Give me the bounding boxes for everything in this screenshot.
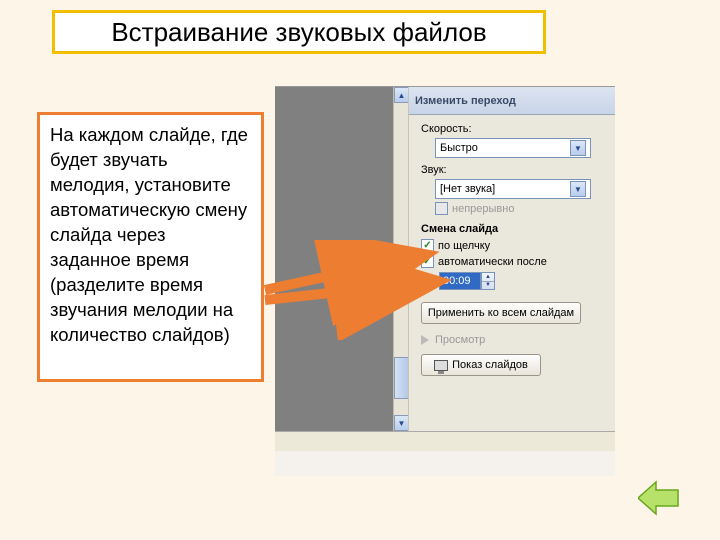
transition-taskpane: Изменить переход Скорость: Быстро ▼ Звук… — [408, 87, 615, 431]
status-bar — [275, 431, 615, 451]
chevron-down-icon: ▼ — [570, 140, 586, 156]
editor-scrollbar[interactable]: ▲ ▼ — [393, 87, 408, 431]
time-spinner[interactable]: 00:09 ▲ ▼ — [439, 272, 609, 290]
spinner-down-icon[interactable]: ▼ — [482, 282, 494, 290]
onclick-checkbox[interactable] — [421, 239, 434, 252]
sound-label: Звук: — [421, 164, 609, 176]
spinner-up-icon[interactable]: ▲ — [482, 273, 494, 282]
apply-all-label: Применить ко всем слайдам — [428, 307, 574, 319]
speed-value: Быстро — [440, 142, 478, 154]
chevron-down-icon: ▼ — [570, 181, 586, 197]
slideshow-button[interactable]: Показ слайдов — [421, 354, 541, 376]
taskpane-title: Изменить переход — [415, 95, 516, 107]
onclick-label: по щелчку — [438, 240, 490, 252]
slideshow-label: Показ слайдов — [452, 359, 528, 371]
apply-all-button[interactable]: Применить ко всем слайдам — [421, 302, 581, 324]
preview-label: Просмотр — [435, 334, 485, 346]
auto-after-label: автоматически после — [438, 256, 547, 268]
auto-after-checkbox[interactable] — [421, 255, 434, 268]
scroll-up-button[interactable]: ▲ — [394, 87, 409, 103]
slide-title: Встраивание звуковых файлов — [111, 17, 486, 48]
speed-label: Скорость: — [421, 123, 609, 135]
projector-icon — [434, 360, 448, 371]
slide-title-box: Встраивание звуковых файлов — [52, 10, 546, 54]
preview-button[interactable]: Просмотр — [421, 334, 609, 346]
scroll-thumb[interactable] — [394, 357, 409, 399]
speed-select[interactable]: Быстро ▼ — [435, 138, 591, 158]
taskpane-header: Изменить переход — [409, 87, 615, 115]
scroll-down-button[interactable]: ▼ — [394, 415, 409, 431]
advance-header: Смена слайда — [421, 223, 609, 235]
loop-checkbox — [435, 202, 448, 215]
loop-label: непрерывно — [452, 203, 514, 215]
sound-value: [Нет звука] — [440, 183, 495, 195]
back-arrow-button[interactable] — [638, 480, 680, 516]
instruction-text: На каждом слайде, где будет звучать мело… — [50, 123, 251, 348]
sound-select[interactable]: [Нет звука] ▼ — [435, 179, 591, 199]
time-value[interactable]: 00:09 — [439, 272, 481, 290]
play-icon — [421, 335, 429, 345]
powerpoint-window: ▲ ▼ Изменить переход Скорость: Быстро ▼ … — [275, 86, 615, 476]
instruction-box: На каждом слайде, где будет звучать мело… — [37, 112, 264, 382]
spinner-buttons[interactable]: ▲ ▼ — [481, 272, 495, 290]
slide-editor-area — [275, 87, 408, 431]
